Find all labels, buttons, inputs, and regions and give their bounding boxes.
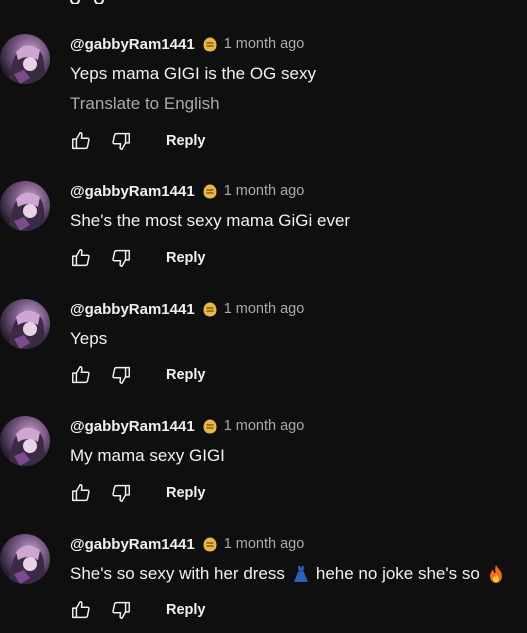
- avatar[interactable]: [0, 181, 50, 231]
- comment-text: She's so sexy with her dress hehe no jok…: [70, 564, 511, 584]
- comment-actions: Reply: [70, 598, 206, 622]
- comment-actions: Reply: [70, 363, 206, 387]
- thumbs-up-icon[interactable]: [70, 130, 92, 152]
- comment-text: She's the most sexy mama GiGi ever: [70, 211, 351, 230]
- author-name[interactable]: @gabbyRam1441: [70, 536, 195, 553]
- reply-button[interactable]: Reply: [166, 133, 206, 149]
- previous-comment-actions-cutoff: [70, 0, 210, 4]
- reply-button[interactable]: Reply: [166, 367, 206, 383]
- comment-header: @gabbyRam1441 1 month ago: [70, 181, 304, 201]
- thumbs-down-icon[interactable]: [110, 482, 132, 504]
- reply-button[interactable]: Reply: [166, 250, 206, 266]
- author-name[interactable]: @gabbyRam1441: [70, 301, 195, 318]
- thumbs-up-icon[interactable]: [70, 247, 92, 269]
- comment-timestamp[interactable]: 1 month ago: [224, 301, 305, 317]
- comment-timestamp[interactable]: 1 month ago: [224, 418, 305, 434]
- member-badge-icon: [203, 184, 217, 198]
- comment-text-part-1: She's so sexy with her dress: [70, 564, 285, 583]
- thumbs-up-icon[interactable]: [70, 364, 92, 386]
- avatar[interactable]: [0, 34, 50, 84]
- member-badge-icon: [203, 537, 217, 551]
- comment-timestamp[interactable]: 1 month ago: [224, 36, 305, 52]
- thumbs-down-icon[interactable]: [110, 599, 132, 621]
- author-name[interactable]: @gabbyRam1441: [70, 183, 195, 200]
- comment-text-part-2: hehe no joke she's so: [315, 564, 480, 583]
- reply-button[interactable]: Reply: [166, 485, 206, 501]
- thumbs-down-icon[interactable]: [110, 130, 132, 152]
- thumbs-up-icon[interactable]: [70, 482, 92, 504]
- fire-emoji-icon: [489, 565, 502, 583]
- thumbs-up-icon[interactable]: [70, 599, 92, 621]
- thumbs-down-icon[interactable]: [110, 247, 132, 269]
- member-badge-icon: [203, 419, 217, 433]
- comment-text: Yeps: [70, 329, 108, 348]
- comment-header: @gabbyRam1441 1 month ago: [70, 299, 304, 319]
- dress-emoji-icon: [293, 566, 308, 582]
- comment-actions: Reply: [70, 246, 206, 270]
- comment-text: My mama sexy GIGI: [70, 446, 225, 465]
- comment-header: @gabbyRam1441 1 month ago: [70, 534, 304, 554]
- previous-dislike-icon-fragment: [94, 0, 104, 4]
- comment-header: @gabbyRam1441 1 month ago: [70, 34, 304, 54]
- comment-timestamp[interactable]: 1 month ago: [224, 536, 305, 552]
- previous-like-icon-fragment: [70, 0, 80, 4]
- comment-actions: Reply: [70, 481, 206, 505]
- avatar[interactable]: [0, 534, 50, 584]
- author-name[interactable]: @gabbyRam1441: [70, 36, 195, 53]
- comment-timestamp[interactable]: 1 month ago: [224, 183, 305, 199]
- member-badge-icon: [203, 302, 217, 316]
- avatar[interactable]: [0, 299, 50, 349]
- avatar[interactable]: [0, 416, 50, 466]
- translate-link[interactable]: Translate to English: [70, 94, 220, 114]
- member-badge-icon: [203, 37, 217, 51]
- comment-header: @gabbyRam1441 1 month ago: [70, 416, 304, 436]
- comment-actions: Reply: [70, 129, 206, 153]
- comment-text: Yeps mama GIGI is the OG sexy: [70, 64, 316, 83]
- reply-button[interactable]: Reply: [166, 602, 206, 618]
- author-name[interactable]: @gabbyRam1441: [70, 418, 195, 435]
- thumbs-down-icon[interactable]: [110, 364, 132, 386]
